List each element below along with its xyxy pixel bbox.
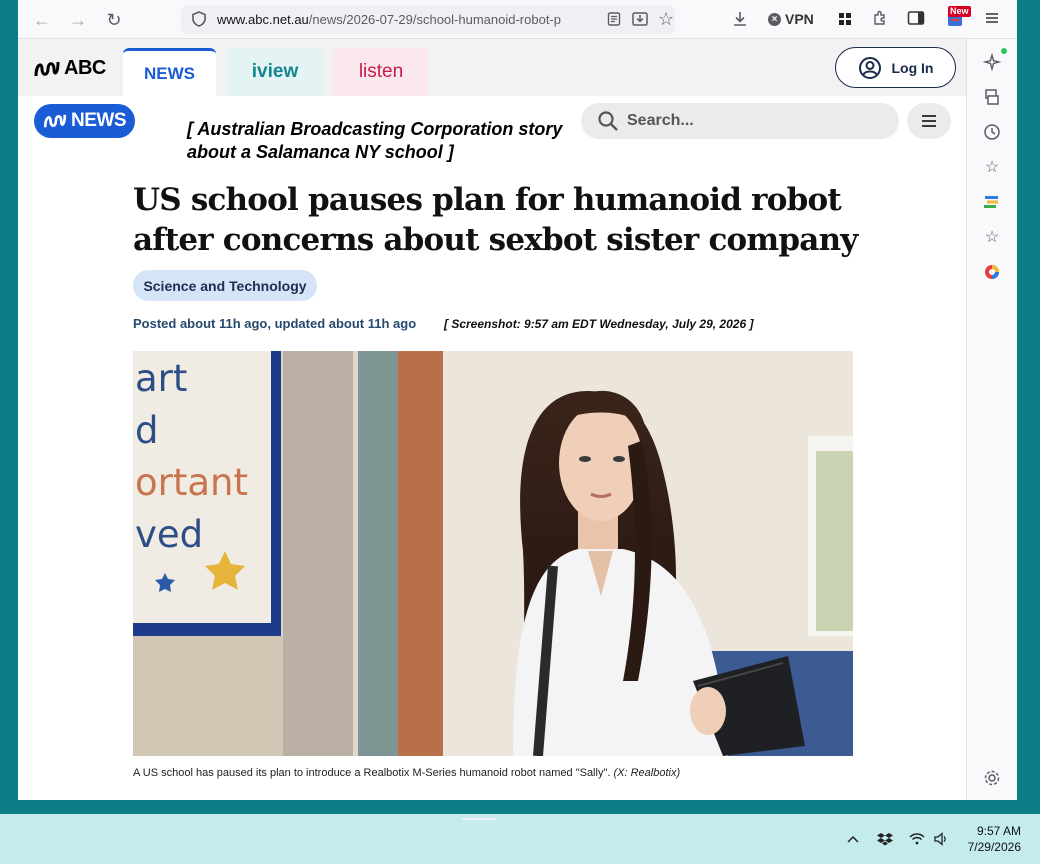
sidebar-toggle-icon[interactable] — [907, 10, 925, 31]
abc-news-logo[interactable]: NEWS — [34, 104, 135, 138]
classroom-poster-text: art d ortant ved — [135, 357, 248, 556]
volume-icon[interactable] — [931, 829, 951, 849]
synced-tabs-icon[interactable] — [981, 86, 1003, 108]
ai-chatbot-sparkle-icon[interactable] — [981, 48, 1007, 73]
search-input[interactable]: Search... — [581, 103, 899, 139]
tab-news-label: NEWS — [144, 63, 195, 83]
annotation-note: [ Australian Broadcasting Corporation st… — [187, 119, 563, 162]
forward-icon[interactable]: → — [65, 7, 91, 33]
extension-stack-icon[interactable] — [981, 191, 1003, 213]
hero-image: art d ortant ved — [133, 351, 853, 756]
article-byline: Posted about 11h ago, updated about 11h … — [133, 316, 417, 331]
browser-window: ← → ↻ www.abc.net.au/news/2026-07-29/sch… — [18, 0, 1017, 800]
downloads-icon[interactable] — [731, 10, 749, 33]
image-credit: (X: Realbotix) — [613, 767, 681, 779]
browser-toolbar: ← → ↻ www.abc.net.au/news/2026-07-29/sch… — [18, 0, 1017, 39]
browser-sidebar: ☆ ☆ — [966, 39, 1017, 800]
shield-icon[interactable] — [190, 10, 208, 33]
favorites-star-icon[interactable]: ☆ — [981, 226, 1003, 248]
abc-logo[interactable]: ABC — [34, 57, 106, 80]
extensions-puzzle-icon[interactable] — [871, 9, 889, 32]
dropbox-extension-icon[interactable] — [837, 11, 853, 32]
user-icon — [858, 56, 881, 79]
history-icon[interactable] — [981, 121, 1003, 143]
bookmark-star-icon[interactable]: ☆ — [658, 9, 674, 30]
clock-time: 9:57 AM — [976, 824, 1021, 838]
tab-listen[interactable]: listen — [333, 48, 429, 96]
extension-color-wheel-icon[interactable] — [981, 261, 1003, 283]
article-headline: US school pauses plan for humanoid robot… — [133, 182, 858, 258]
abc-lissajous-icon — [34, 61, 60, 76]
search-placeholder: Search... — [627, 112, 694, 129]
wifi-icon[interactable] — [907, 829, 927, 849]
bookmarks-star-icon[interactable]: ☆ — [981, 156, 1003, 178]
abc-top-nav: ABC NEWS iview listen Log In — [18, 39, 966, 96]
taskbar: 9:57 AM 7/29/2026 — [0, 814, 1040, 864]
login-button[interactable]: Log In — [835, 47, 956, 88]
app-menu-icon[interactable] — [984, 10, 1000, 31]
taskbar-clock[interactable]: 9:57 AM 7/29/2026 — [968, 823, 1021, 855]
vpn-off-icon: × — [768, 12, 781, 26]
vpn-button[interactable]: × VPN — [768, 11, 814, 27]
topic-tag[interactable]: Science and Technology — [133, 270, 317, 301]
whats-new-icon[interactable]: New — [946, 6, 971, 30]
clock-date: 7/29/2026 — [967, 840, 1021, 854]
image-caption: A US school has paused its plan to intro… — [133, 767, 681, 779]
dropbox-tray-icon[interactable] — [875, 829, 895, 849]
menu-button[interactable] — [907, 103, 951, 139]
screenshot-timestamp-note: [ Screenshot: 9:57 am EDT Wednesday, Jul… — [444, 317, 754, 331]
settings-gear-icon[interactable] — [981, 767, 1003, 789]
tab-iview-label: iview — [251, 61, 299, 82]
window-indicator — [462, 818, 496, 820]
back-icon[interactable]: ← — [29, 7, 55, 33]
url-bar[interactable]: www.abc.net.au/news/2026-07-29/school-hu… — [181, 5, 675, 34]
reload-icon[interactable]: ↻ — [101, 7, 127, 33]
login-label: Log In — [891, 59, 934, 76]
show-hidden-icons-chevron-icon[interactable] — [843, 829, 863, 849]
new-badge: New — [948, 6, 971, 17]
tab-news[interactable]: NEWS — [123, 48, 216, 96]
save-to-pocket-icon[interactable] — [631, 10, 649, 33]
tab-listen-label: listen — [358, 61, 404, 82]
search-icon — [598, 111, 618, 131]
vpn-label: VPN — [785, 11, 814, 27]
reader-view-icon[interactable] — [606, 11, 622, 32]
url-text: www.abc.net.au/news/2026-07-29/school-hu… — [217, 12, 561, 27]
hamburger-icon — [922, 115, 936, 127]
tab-iview[interactable]: iview — [227, 48, 323, 96]
abc-lissajous-icon — [43, 114, 67, 128]
